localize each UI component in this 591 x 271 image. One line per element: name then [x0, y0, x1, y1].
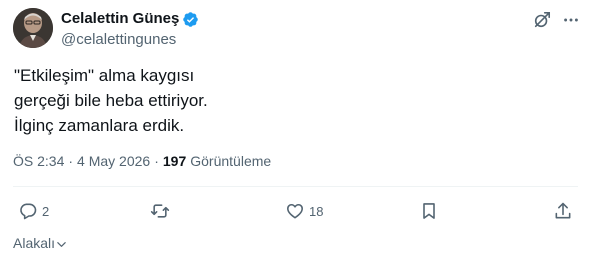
- like-button[interactable]: 18: [285, 200, 323, 222]
- tweet-text-line: "Etkileşim" alma kaygısı: [14, 66, 195, 85]
- meta-separator: ·: [154, 153, 159, 169]
- meta-separator: ·: [68, 153, 74, 169]
- like-count: 18: [309, 203, 324, 219]
- tweet-text-line: İlginç zamanlara erdik.: [14, 116, 185, 135]
- views-label: Görüntüleme: [190, 153, 272, 169]
- avatar-image: [13, 8, 53, 48]
- author-name-row[interactable]: Celalettin Güneş: [61, 9, 199, 29]
- grok-icon[interactable]: [532, 10, 552, 30]
- views-count: 197: [162, 153, 187, 169]
- verified-badge-icon: [182, 11, 199, 28]
- bookmark-icon: [423, 203, 435, 219]
- tweet-date[interactable]: 4 May 2026: [77, 151, 150, 171]
- tweet-meta: ÖS 2:34 · 4 May 2026 · 197 Görüntüleme: [13, 151, 271, 171]
- sort-dropdown[interactable]: Alakalı: [13, 234, 67, 252]
- chevron-down-icon: [57, 241, 66, 247]
- reply-icon: [20, 203, 37, 220]
- retweet-icon: [150, 204, 170, 218]
- reply-button[interactable]: 2: [18, 200, 49, 222]
- like-icon: [287, 203, 303, 219]
- more-icon[interactable]: [561, 10, 581, 30]
- tweet-text: "Etkileşim" alma kaygısı gerçeği bile he…: [14, 63, 574, 138]
- divider: [13, 186, 578, 187]
- share-icon: [555, 202, 571, 219]
- bookmark-button[interactable]: [419, 200, 439, 222]
- tweet-time[interactable]: ÖS 2:34: [13, 151, 64, 171]
- author-handle[interactable]: @celalettingunes: [61, 30, 176, 50]
- reply-count: 2: [42, 203, 50, 219]
- retweet-button[interactable]: [150, 200, 174, 222]
- tweet-text-line: gerçeği bile heba ettiriyor.: [14, 91, 208, 110]
- share-button[interactable]: [553, 200, 573, 222]
- author-display-name[interactable]: Celalettin Güneş: [61, 9, 179, 29]
- sort-label: Alakalı: [13, 235, 56, 251]
- avatar[interactable]: [13, 8, 53, 48]
